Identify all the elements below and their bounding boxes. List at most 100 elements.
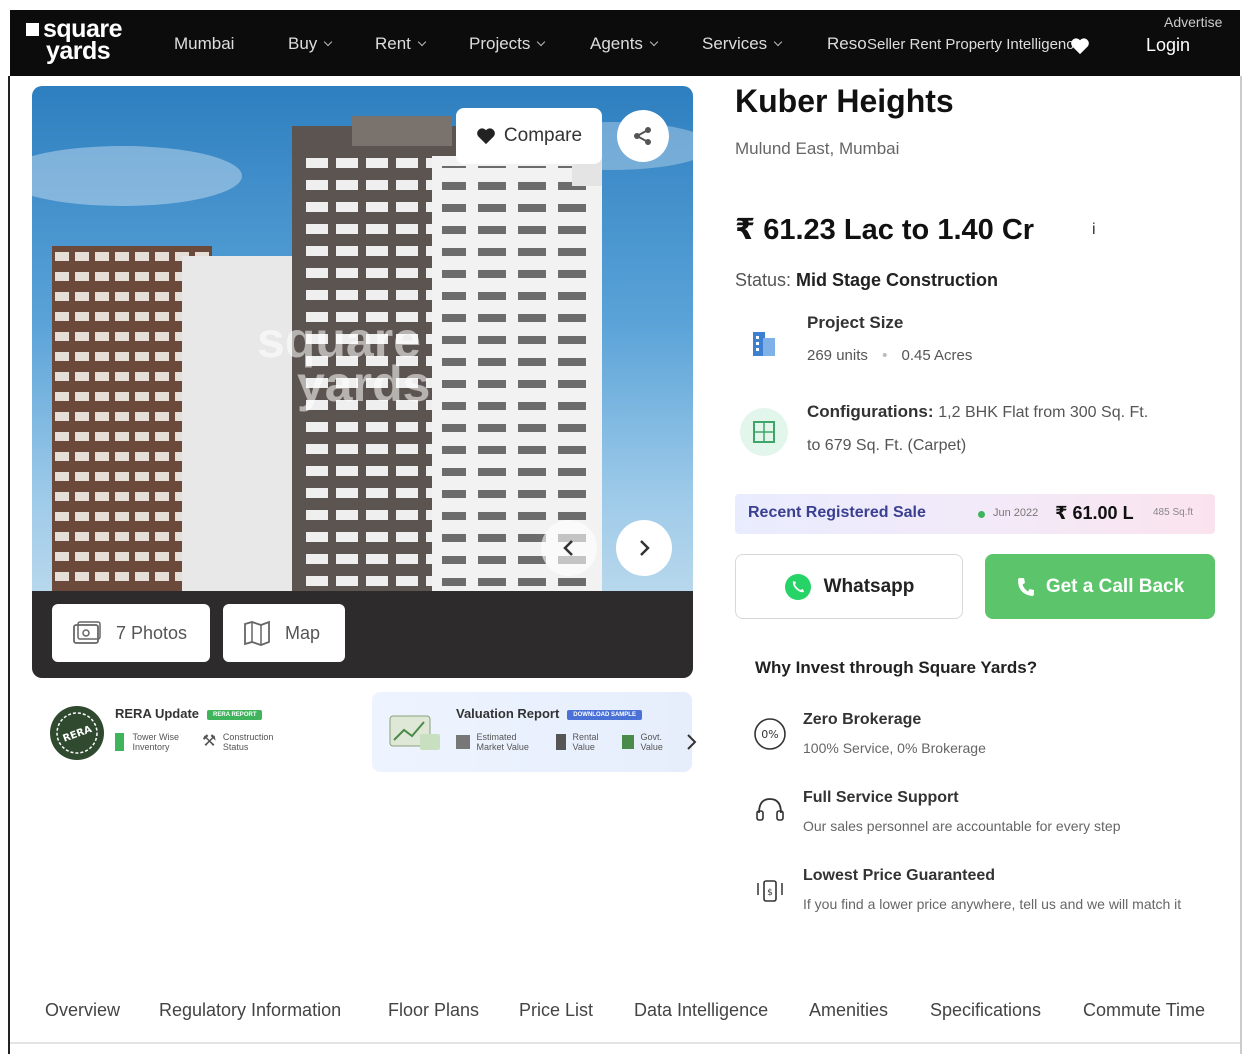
photos-button[interactable]: 7 Photos bbox=[52, 604, 210, 662]
login-link[interactable]: Login bbox=[1146, 35, 1190, 56]
rental-value-label: Rental Value bbox=[572, 732, 599, 752]
project-status: Status: Mid Stage Construction bbox=[735, 270, 998, 291]
tab-regulatory-information[interactable]: Regulatory Information bbox=[159, 1000, 341, 1021]
rera-report-tag[interactable]: RERA REPORT bbox=[207, 710, 263, 720]
valuation-report-card[interactable]: Valuation Report DOWNLOAD SAMPLE Estimate… bbox=[372, 692, 697, 772]
nav-label: Mumbai bbox=[174, 34, 235, 53]
nav-services[interactable]: Services bbox=[702, 34, 783, 54]
valuation-title: Valuation Report DOWNLOAD SAMPLE bbox=[456, 706, 642, 721]
nav-label: Agents bbox=[590, 34, 643, 53]
nav-city-mumbai[interactable]: Mumbai bbox=[174, 34, 234, 54]
govt-value-label: Govt. Value bbox=[640, 732, 663, 752]
tab-specifications[interactable]: Specifications bbox=[930, 1000, 1041, 1021]
chevron-down-icon bbox=[417, 37, 427, 47]
project-size-building-icon bbox=[740, 318, 788, 366]
nav-label: Services bbox=[702, 34, 768, 53]
whatsapp-button[interactable]: Whatsapp bbox=[735, 554, 963, 619]
rera-title: RERA Update RERA REPORT bbox=[115, 706, 263, 721]
chevron-right-icon bbox=[640, 540, 650, 556]
recent-sale-label: Recent Registered Sale bbox=[748, 504, 926, 521]
rera-seal-icon: RERA bbox=[50, 706, 104, 760]
construction-status-item: ⚒ Construction Status bbox=[202, 732, 285, 752]
map-label: Map bbox=[285, 622, 321, 643]
tower-inventory-item: Tower Wise Inventory bbox=[115, 732, 185, 752]
heart-icon[interactable] bbox=[1070, 37, 1090, 55]
configurations-row: Configurations: 1,2 BHK Flat from 300 Sq… bbox=[807, 402, 1148, 422]
project-units: 269 units bbox=[807, 347, 868, 364]
logo-square-icon bbox=[26, 23, 39, 36]
tab-price-list[interactable]: Price List bbox=[519, 1000, 593, 1021]
svg-text:$: $ bbox=[767, 888, 773, 898]
project-location[interactable]: Mulund East, Mumbai bbox=[735, 139, 899, 159]
nav-rent[interactable]: Rent bbox=[375, 34, 427, 54]
tab-amenities[interactable]: Amenities bbox=[809, 1000, 888, 1021]
left-border bbox=[8, 76, 10, 1054]
zero-percent-icon: 0% bbox=[752, 716, 788, 752]
compare-button[interactable]: Compare bbox=[456, 108, 602, 164]
rera-title-text: RERA Update bbox=[115, 706, 200, 721]
chevron-down-icon bbox=[537, 37, 546, 47]
tower-inventory-label: Tower Wise Inventory bbox=[132, 732, 180, 752]
status-dot-icon bbox=[978, 511, 985, 518]
share-button[interactable] bbox=[617, 110, 669, 162]
nav-projects[interactable]: Projects bbox=[469, 34, 546, 54]
nav-label: Reso bbox=[827, 34, 867, 53]
watermark-line2: yards bbox=[297, 356, 431, 412]
rental-value-item: Rental Value bbox=[556, 732, 616, 752]
lowest-price-title: Lowest Price Guaranteed bbox=[803, 867, 996, 884]
configurations-line1: 1,2 BHK Flat from 300 Sq. Ft. bbox=[938, 404, 1149, 421]
project-area: 0.45 Acres bbox=[901, 347, 973, 364]
rental-value-icon bbox=[556, 734, 566, 750]
tab-data-intelligence[interactable]: Data Intelligence bbox=[634, 1000, 768, 1021]
crane-icon: ⚒ bbox=[202, 733, 217, 750]
separator-dot: • bbox=[882, 347, 888, 364]
estimated-market-value-label: Estimated Market Value bbox=[476, 732, 529, 752]
square-yards-logo[interactable]: square yards bbox=[26, 17, 122, 65]
get-call-back-button[interactable]: Get a Call Back bbox=[985, 554, 1215, 619]
tab-overview[interactable]: Overview bbox=[45, 1000, 120, 1021]
govt-value-icon bbox=[622, 735, 634, 749]
construction-status-label: Construction Status bbox=[222, 732, 274, 752]
project-image-gallery[interactable]: square yards Compare 7 Photos Map bbox=[32, 86, 693, 678]
nav-resources[interactable]: Reso bbox=[827, 34, 867, 54]
map-button[interactable]: Map bbox=[223, 604, 345, 662]
project-title: Kuber Heights bbox=[735, 83, 954, 119]
heart-icon bbox=[477, 128, 495, 145]
market-value-icon bbox=[456, 735, 470, 749]
download-sample-tag[interactable]: DOWNLOAD SAMPLE bbox=[567, 710, 642, 720]
recent-registered-sale-banner[interactable]: Recent Registered Sale Jun 2022 ₹ 61.00 … bbox=[735, 494, 1215, 534]
nav-seller-rent-intelligence[interactable]: Seller Rent Property Intelligence bbox=[867, 36, 1082, 53]
chevron-right-icon[interactable] bbox=[684, 732, 698, 752]
nav-buy[interactable]: Buy bbox=[288, 34, 333, 54]
photos-label: 7 Photos bbox=[116, 622, 188, 643]
project-size-title: Project Size bbox=[807, 313, 904, 332]
gallery-next-button[interactable] bbox=[616, 520, 672, 576]
photos-icon bbox=[73, 621, 101, 644]
advertise-link[interactable]: Advertise bbox=[1164, 14, 1222, 30]
info-icon[interactable]: i bbox=[1092, 221, 1096, 239]
nav-label: Rent bbox=[375, 34, 411, 53]
top-navbar: square yards Mumbai Buy Rent Projects Ag… bbox=[10, 10, 1240, 76]
tab-commute-time[interactable]: Commute Time bbox=[1083, 1000, 1205, 1021]
svg-text:0%: 0% bbox=[761, 728, 778, 741]
full-service-title: Full Service Support bbox=[803, 789, 959, 806]
right-scrollbar[interactable] bbox=[1240, 76, 1242, 1054]
chevron-down-icon bbox=[773, 37, 783, 47]
lowest-price-sub: If you find a lower price anywhere, tell… bbox=[803, 896, 1182, 912]
recent-sale-date: Jun 2022 bbox=[993, 507, 1039, 519]
tower-icon bbox=[115, 733, 124, 751]
recent-sale-area: 485 Sq.ft bbox=[1153, 507, 1194, 518]
chevron-left-icon bbox=[563, 540, 573, 556]
chevron-down-icon bbox=[649, 37, 659, 47]
rera-update-card[interactable]: RERA RERA Update RERA REPORT Tower Wise I… bbox=[40, 692, 360, 772]
logo-text-line2: yards bbox=[46, 37, 111, 65]
tab-floor-plans[interactable]: Floor Plans bbox=[388, 1000, 479, 1021]
price-tag-icon: $ bbox=[752, 872, 788, 908]
share-icon bbox=[634, 127, 651, 145]
nav-agents[interactable]: Agents bbox=[590, 34, 659, 54]
nav-label: Seller Rent Property Intelligence bbox=[867, 36, 1083, 53]
zero-brokerage-sub: 100% Service, 0% Brokerage bbox=[803, 740, 986, 756]
whatsapp-icon bbox=[784, 573, 811, 600]
gallery-prev-button[interactable] bbox=[541, 520, 597, 576]
nav-label: Projects bbox=[469, 34, 531, 53]
